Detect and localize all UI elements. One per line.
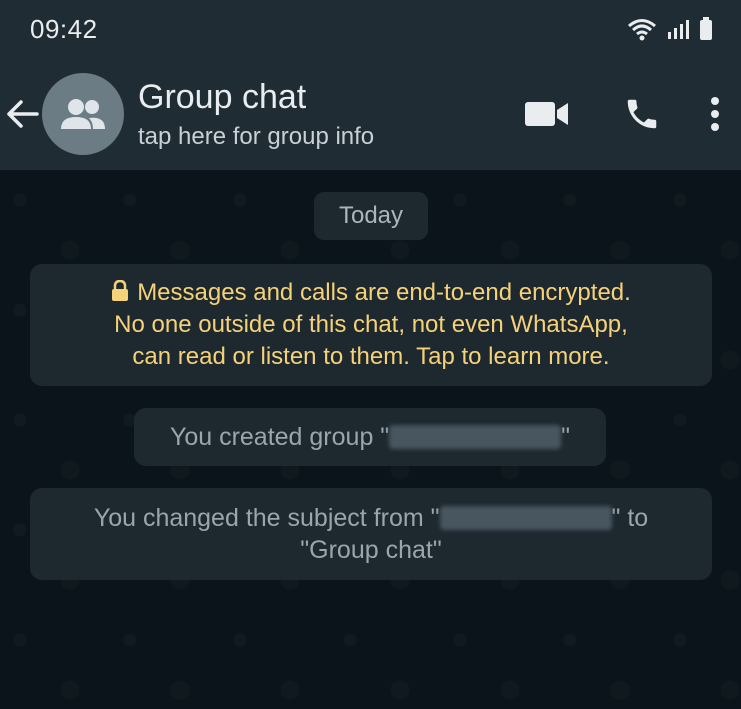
status-icons	[627, 17, 713, 41]
more-options-icon	[711, 97, 719, 131]
chat-area[interactable]: Today Messages and calls are end-to-end …	[0, 170, 741, 709]
lock-icon	[112, 280, 129, 301]
chat-subtitle: tap here for group info	[138, 123, 375, 150]
header-actions	[517, 84, 725, 144]
encryption-line-3: can read or listen to them. Tap to learn…	[132, 343, 610, 370]
chat-title: Group chat	[138, 78, 307, 116]
video-call-icon	[525, 102, 568, 126]
video-call-button[interactable]	[517, 84, 577, 144]
date-chip: Today	[314, 192, 428, 240]
group-icon	[61, 99, 105, 129]
more-options-button[interactable]	[705, 84, 725, 144]
arrow-left-icon	[7, 100, 39, 128]
subject-changed-prefix: You changed the subject from "	[93, 504, 440, 532]
subject-changed-line-1: You changed the subject from " " to	[94, 502, 648, 534]
group-created-text: You created group " "	[170, 421, 570, 453]
chat-header[interactable]: Group chat tap here for group info	[0, 58, 741, 170]
group-created-suffix: "	[561, 423, 571, 451]
redacted-group-name	[389, 425, 562, 449]
encryption-line-1: Messages and calls are end-to-end encryp…	[111, 277, 631, 309]
redacted-old-subject	[439, 506, 612, 530]
status-bar: 09:42	[0, 0, 741, 58]
group-created-message: You created group " "	[134, 408, 606, 466]
subject-changed-mid: " to	[611, 504, 649, 532]
encryption-text-1: Messages and calls are end-to-end encryp…	[137, 279, 631, 306]
encryption-notice[interactable]: Messages and calls are end-to-end encryp…	[30, 264, 712, 386]
voice-call-button[interactable]	[617, 84, 667, 144]
encryption-line-2: No one outside of this chat, not even Wh…	[114, 311, 628, 338]
back-button[interactable]	[0, 84, 42, 144]
status-time: 09:42	[30, 13, 98, 44]
chat-title-block[interactable]: Group chat tap here for group info	[138, 77, 517, 151]
wifi-icon	[628, 19, 656, 41]
group-created-prefix: You created group "	[169, 423, 390, 451]
signal-icon	[668, 20, 689, 39]
voice-call-icon	[627, 99, 657, 129]
battery-icon	[700, 17, 712, 40]
avatar[interactable]	[42, 73, 124, 155]
subject-changed-message: You changed the subject from " " to "Grou…	[30, 488, 712, 580]
subject-changed-new: "Group chat"	[300, 536, 442, 564]
